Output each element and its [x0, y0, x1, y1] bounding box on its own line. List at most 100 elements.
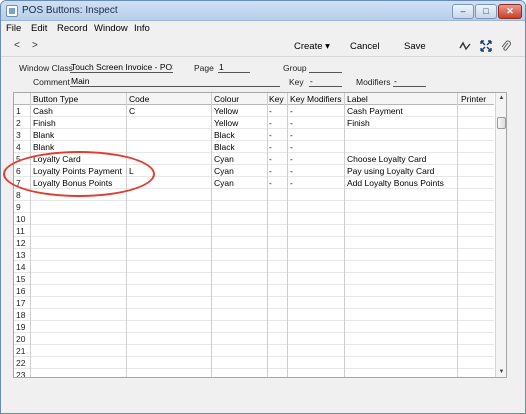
table-row[interactable]: 3 Blank Black - -	[14, 129, 494, 141]
column-divider	[126, 93, 127, 377]
row-number: 6	[16, 166, 21, 176]
cell-button-type[interactable]: Blank	[33, 130, 125, 140]
menu-window[interactable]: Window	[94, 23, 128, 34]
cell-code[interactable]: L	[129, 166, 209, 176]
forward-button[interactable]: >	[32, 40, 38, 51]
menu-record[interactable]: Record	[57, 23, 88, 34]
cell-key-modifiers[interactable]: -	[290, 166, 342, 176]
scroll-down-arrow-icon[interactable]: ▼	[496, 367, 506, 377]
cell-button-type[interactable]: Loyalty Card	[33, 154, 125, 164]
cell-key[interactable]: -	[269, 130, 285, 140]
table-row[interactable]: 11	[14, 225, 494, 237]
back-button[interactable]: <	[14, 40, 20, 51]
minimize-button[interactable]: –	[452, 4, 474, 19]
cell-colour[interactable]: Cyan	[214, 166, 266, 176]
cell-colour[interactable]: Yellow	[214, 118, 266, 128]
cell-key[interactable]: -	[269, 106, 285, 116]
cell-key-modifiers[interactable]: -	[290, 178, 342, 188]
cell-key-modifiers[interactable]: -	[290, 130, 342, 140]
maximize-button[interactable]: □	[475, 4, 497, 19]
cell-key-modifiers[interactable]: -	[290, 118, 342, 128]
cell-label[interactable]: Finish	[347, 118, 455, 128]
cell-key-modifiers[interactable]: -	[290, 154, 342, 164]
cancel-button[interactable]: Cancel	[350, 41, 380, 52]
table-row[interactable]: 13	[14, 249, 494, 261]
table-row[interactable]: 15	[14, 273, 494, 285]
menu-edit[interactable]: Edit	[31, 23, 47, 34]
close-button[interactable]: ✕	[498, 4, 522, 19]
cell-button-type[interactable]: Loyalty Bonus Points	[33, 178, 125, 188]
modifiers-field[interactable]: -	[393, 76, 426, 87]
chart-icon[interactable]	[459, 40, 471, 55]
cell-label[interactable]: Add Loyalty Bonus Points	[347, 178, 455, 188]
table-row[interactable]: 4 Blank Black - -	[14, 141, 494, 153]
cell-label[interactable]: Choose Loyalty Card	[347, 154, 455, 164]
window-class-label: Window Class	[19, 63, 73, 73]
cell-key-modifiers[interactable]: -	[290, 106, 342, 116]
row-number: 2	[16, 118, 21, 128]
table-row[interactable]: 19	[14, 321, 494, 333]
window-class-field[interactable]: Touch Screen Invoice - POS	[70, 62, 173, 73]
expand-icon[interactable]	[480, 40, 492, 55]
row-number: 3	[16, 130, 21, 140]
table-row[interactable]: 21	[14, 345, 494, 357]
table-row[interactable]: 16	[14, 285, 494, 297]
col-colour[interactable]: Colour	[214, 94, 239, 104]
cell-code[interactable]: C	[129, 106, 209, 116]
create-button[interactable]: Create ▾	[294, 41, 330, 52]
cell-colour[interactable]: Black	[214, 130, 266, 140]
table-row[interactable]: 18	[14, 309, 494, 321]
save-button[interactable]: Save	[404, 41, 426, 52]
cell-button-type[interactable]: Loyalty Points Payment	[33, 166, 125, 176]
table-row[interactable]: 17	[14, 297, 494, 309]
col-button-type[interactable]: Button Type	[33, 94, 78, 104]
inspect-window: POS Buttons: Inspect – □ ✕ File Edit Rec…	[0, 0, 526, 414]
page-field[interactable]: 1	[218, 62, 250, 73]
cell-key[interactable]: -	[269, 166, 285, 176]
paperclip-icon[interactable]	[500, 40, 512, 55]
cell-label[interactable]: Cash Payment	[347, 106, 455, 116]
header-fields: Window Class Touch Screen Invoice - POS …	[1, 58, 525, 90]
col-code[interactable]: Code	[129, 94, 149, 104]
comment-field[interactable]: Main	[70, 76, 280, 87]
table-row[interactable]: 2 Finish Yellow - - Finish	[14, 117, 494, 129]
cell-colour[interactable]: Cyan	[214, 154, 266, 164]
table-row[interactable]: 8	[14, 189, 494, 201]
cell-colour[interactable]: Black	[214, 142, 266, 152]
cell-key[interactable]: -	[269, 118, 285, 128]
cell-button-type[interactable]: Blank	[33, 142, 125, 152]
group-field[interactable]	[309, 62, 342, 73]
table-row[interactable]: 6 Loyalty Points Payment L Cyan - - Pay using …	[14, 165, 494, 177]
col-key[interactable]: Key	[269, 94, 284, 104]
table-row[interactable]: 23	[14, 369, 494, 377]
table-row[interactable]: 14	[14, 261, 494, 273]
cell-key[interactable]: -	[269, 178, 285, 188]
cell-label[interactable]: Pay using Loyalty Card	[347, 166, 455, 176]
table-row[interactable]: 22	[14, 357, 494, 369]
scroll-thumb[interactable]	[497, 117, 506, 129]
table-row[interactable]: 7 Loyalty Bonus Points Cyan - - Add Loyalty B…	[14, 177, 494, 189]
cell-button-type[interactable]: Cash	[33, 106, 125, 116]
table-row[interactable]: 9	[14, 201, 494, 213]
col-printer[interactable]: Printer	[461, 94, 486, 104]
cell-colour[interactable]: Yellow	[214, 106, 266, 116]
cell-colour[interactable]: Cyan	[214, 178, 266, 188]
col-key-modifiers[interactable]: Key Modifiers	[290, 94, 342, 104]
table-row[interactable]: 12	[14, 237, 494, 249]
cell-button-type[interactable]: Finish	[33, 118, 125, 128]
key-field[interactable]: -	[309, 76, 342, 87]
col-label[interactable]: Label	[347, 94, 368, 104]
menu-info[interactable]: Info	[134, 23, 150, 34]
table-row[interactable]: 10	[14, 213, 494, 225]
table-row[interactable]: 1 Cash C Yellow - - Cash Payment	[14, 105, 494, 117]
title-bar[interactable]: POS Buttons: Inspect – □ ✕	[1, 1, 525, 21]
scroll-up-arrow-icon[interactable]: ▲	[496, 93, 506, 103]
menu-file[interactable]: File	[6, 23, 21, 34]
cell-key[interactable]: -	[269, 142, 285, 152]
cell-key[interactable]: -	[269, 154, 285, 164]
table-row[interactable]: 20	[14, 333, 494, 345]
cell-key-modifiers[interactable]: -	[290, 142, 342, 152]
vertical-scrollbar[interactable]: ▲ ▼	[495, 93, 506, 377]
table-row[interactable]: 5 Loyalty Card Cyan - - Choose Loyalty Card	[14, 153, 494, 165]
row-number: 1	[16, 106, 21, 116]
